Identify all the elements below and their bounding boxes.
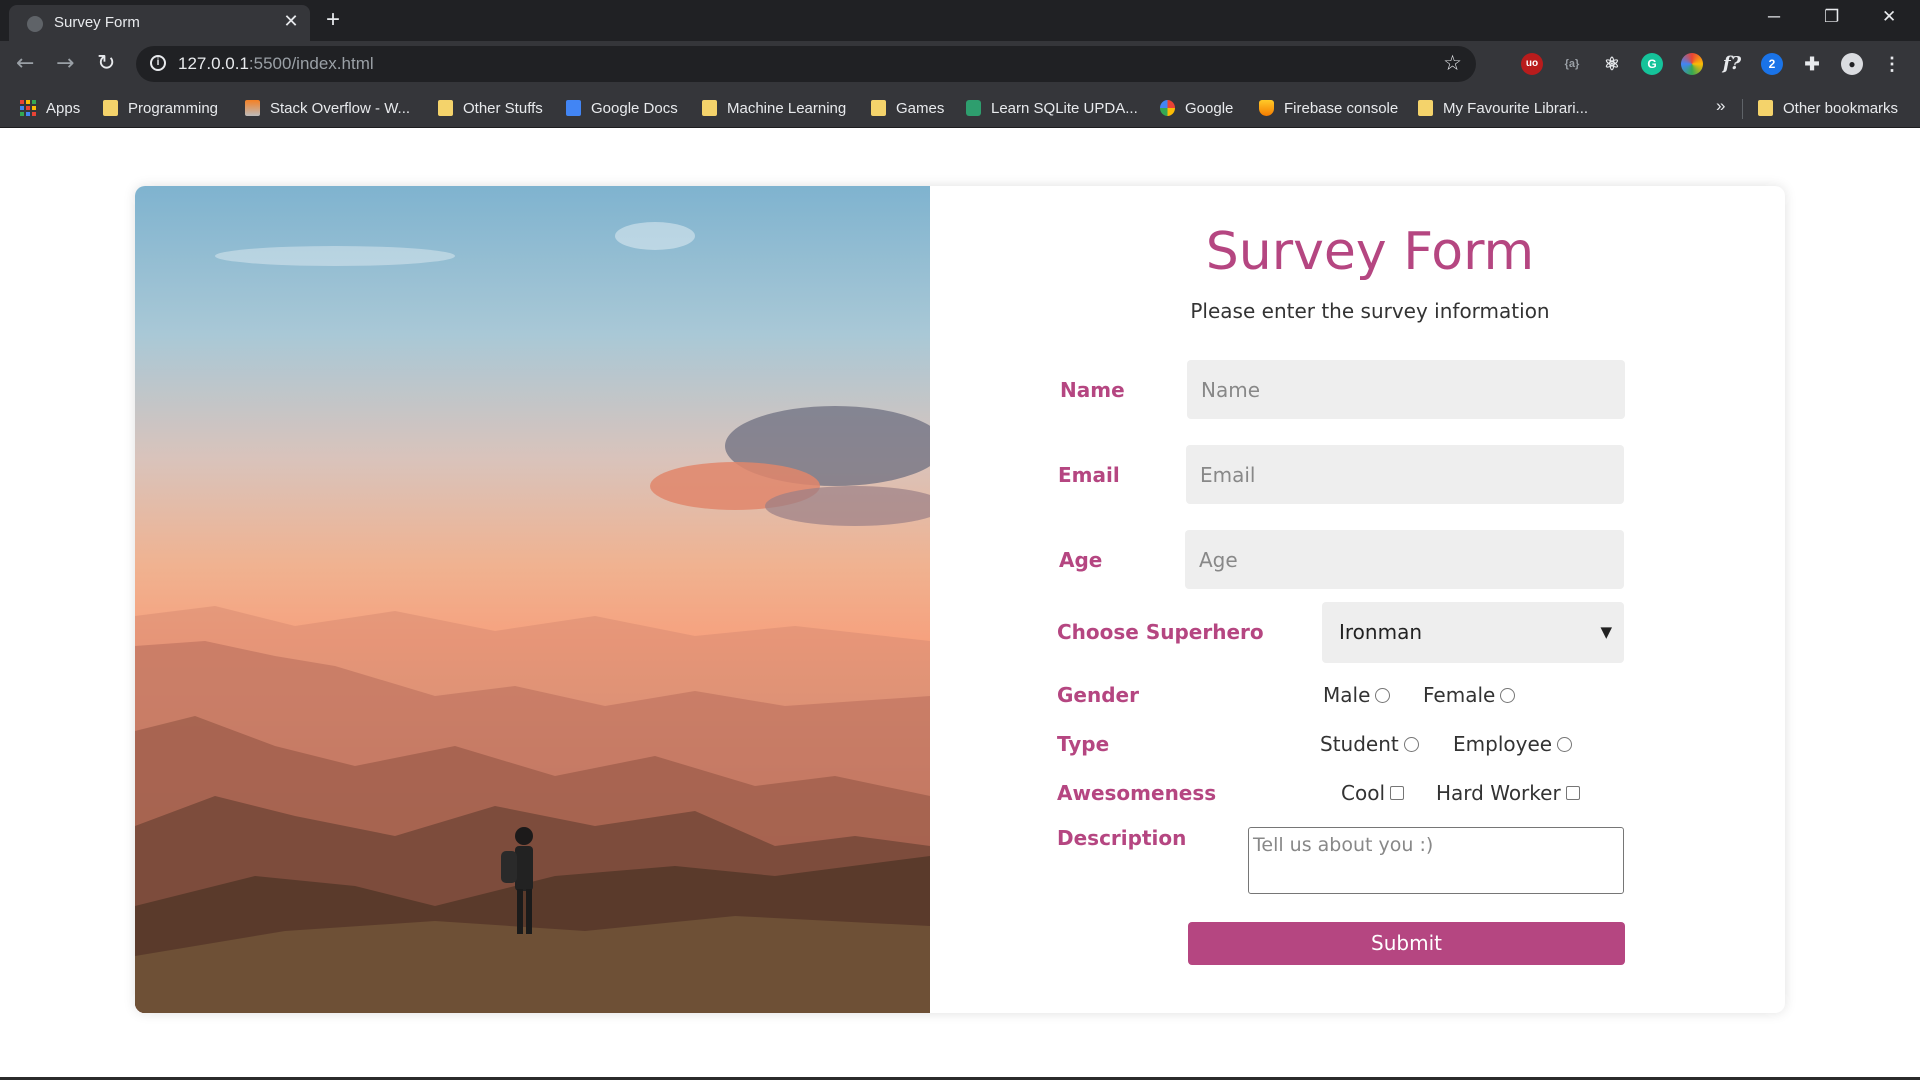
menu-kebab-icon[interactable]: ⋮ — [1881, 53, 1903, 75]
bookmark-games[interactable]: Games — [871, 96, 944, 120]
tab-title: Survey Form — [54, 14, 140, 31]
address-bar[interactable]: i 127.0.0.1:5500/index.html ☆ — [136, 46, 1476, 82]
globe-icon — [27, 16, 43, 32]
color-picker-icon[interactable] — [1681, 53, 1703, 75]
age-input[interactable] — [1185, 530, 1624, 589]
folder-icon — [1418, 100, 1433, 116]
sqlite-icon — [966, 100, 981, 116]
browser-tab-bar: Survey Form ✕ + ─ ❐ ✕ — [0, 0, 1920, 41]
page-subtitle: Please enter the survey information — [1190, 299, 1550, 323]
awesomeness-label: Awesomeness — [1057, 781, 1217, 805]
type-option-employee[interactable]: Employee — [1453, 732, 1573, 756]
name-input[interactable] — [1187, 360, 1625, 419]
apps-grid-icon — [20, 100, 36, 116]
grammarly-icon[interactable]: G — [1641, 53, 1663, 75]
email-input[interactable] — [1186, 445, 1624, 504]
extension-badge-icon[interactable]: 2 — [1761, 53, 1783, 75]
formula-icon[interactable]: f? — [1721, 53, 1743, 75]
type-option-student[interactable]: Student — [1320, 732, 1419, 756]
info-icon[interactable]: i — [150, 55, 166, 71]
folder-icon — [702, 100, 717, 116]
description-textarea[interactable]: Tell us about you :) — [1248, 827, 1624, 894]
hard-worker-checkbox[interactable] — [1565, 786, 1580, 800]
extension-braces-icon[interactable]: {a} — [1561, 53, 1583, 75]
docs-icon — [566, 100, 581, 116]
minimize-button[interactable]: ─ — [1768, 7, 1780, 27]
email-label: Email — [1058, 463, 1120, 487]
ublock-icon[interactable]: uo — [1521, 53, 1543, 75]
bookmark-google[interactable]: Google — [1160, 96, 1233, 120]
gender-label: Gender — [1057, 683, 1139, 707]
reload-icon[interactable]: ↻ — [97, 51, 115, 76]
stackoverflow-icon — [245, 100, 260, 116]
type-label: Type — [1057, 732, 1110, 756]
awesomeness-option-cool[interactable]: Cool — [1341, 781, 1404, 805]
new-tab-button[interactable]: + — [326, 6, 340, 34]
submit-button[interactable]: Submit — [1188, 922, 1625, 965]
folder-icon — [103, 100, 118, 116]
hero-landscape-image — [135, 186, 930, 1013]
folder-icon — [1758, 100, 1773, 116]
firebase-icon — [1259, 100, 1274, 116]
female-radio[interactable] — [1500, 687, 1516, 703]
bookmark-other-bookmarks[interactable]: Other bookmarks — [1758, 96, 1898, 120]
bookmark-google-docs[interactable]: Google Docs — [566, 96, 678, 120]
gender-option-male[interactable]: Male — [1323, 683, 1391, 707]
superhero-label: Choose Superhero — [1057, 620, 1264, 644]
bookmark-apps[interactable]: Apps — [20, 96, 80, 120]
close-window-button[interactable]: ✕ — [1882, 7, 1896, 27]
puzzle-icon[interactable]: ✚ — [1801, 53, 1823, 75]
bookmark-machine-learning[interactable]: Machine Learning — [702, 96, 846, 120]
react-devtools-icon[interactable]: ⚛ — [1601, 53, 1623, 75]
awesomeness-option-hard-worker[interactable]: Hard Worker — [1436, 781, 1580, 805]
bookmark-favourite-libraries[interactable]: My Favourite Librari... — [1418, 96, 1588, 120]
url-text[interactable]: 127.0.0.1:5500/index.html — [178, 54, 374, 74]
employee-radio[interactable] — [1557, 736, 1573, 752]
bookmark-other-stuffs[interactable]: Other Stuffs — [438, 96, 543, 120]
browser-tab[interactable]: Survey Form ✕ — [9, 5, 310, 41]
close-tab-icon[interactable]: ✕ — [281, 11, 301, 32]
bookmarks-divider — [1742, 99, 1743, 119]
name-label: Name — [1060, 378, 1125, 402]
restore-button[interactable]: ❐ — [1824, 7, 1839, 27]
bookmarks-bar: Apps Programming Stack Overflow - W... O… — [0, 88, 1920, 128]
chevron-down-icon: ▼ — [1600, 623, 1612, 641]
superhero-select[interactable]: Ironman ▼ — [1322, 602, 1624, 663]
landscape-illustration — [135, 222, 930, 1013]
bookmark-star-icon[interactable]: ☆ — [1443, 51, 1462, 75]
age-label: Age — [1059, 548, 1103, 572]
bookmark-learn-sqlite[interactable]: Learn SQLite UPDA... — [966, 96, 1138, 120]
page-title: Survey Form — [1205, 222, 1535, 282]
bookmark-firebase[interactable]: Firebase console — [1259, 96, 1398, 120]
folder-icon — [438, 100, 453, 116]
bookmark-stackoverflow[interactable]: Stack Overflow - W... — [245, 96, 410, 120]
student-radio[interactable] — [1403, 736, 1419, 752]
browser-toolbar: ← → ↻ i 127.0.0.1:5500/index.html ☆ uo {… — [0, 41, 1920, 88]
more-bookmarks-button[interactable]: » — [1716, 96, 1725, 116]
bookmark-programming[interactable]: Programming — [103, 96, 218, 120]
folder-icon — [871, 100, 886, 116]
gender-option-female[interactable]: Female — [1423, 683, 1516, 707]
forward-arrow-icon[interactable]: → — [56, 51, 74, 76]
superhero-selected-value: Ironman — [1339, 620, 1423, 644]
description-label: Description — [1057, 826, 1187, 850]
google-icon — [1160, 100, 1175, 116]
male-radio[interactable] — [1375, 687, 1391, 703]
avatar[interactable]: ● — [1841, 53, 1863, 75]
cool-checkbox[interactable] — [1390, 786, 1404, 800]
back-arrow-icon[interactable]: ← — [16, 51, 34, 76]
